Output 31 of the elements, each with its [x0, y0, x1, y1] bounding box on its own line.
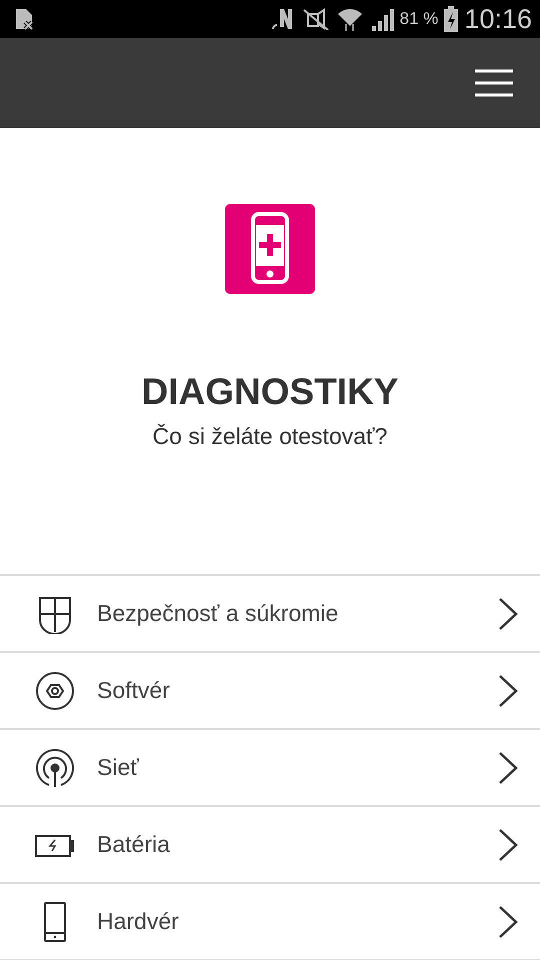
signal-icon — [36, 748, 74, 786]
phone-icon — [44, 902, 66, 942]
menu-item-label: Bezpečnosť a súkromie — [97, 600, 340, 627]
page-subtitle: Čo si želáte otestovať? — [152, 422, 388, 450]
menu-item-label: Hardvér — [97, 908, 180, 935]
battery-percent: 81 % — [400, 9, 438, 29]
signal-icon — [370, 7, 394, 31]
nfc-icon — [272, 7, 294, 31]
phone-plus-icon — [225, 204, 315, 294]
disc-icon — [36, 672, 74, 710]
menu-item[interactable]: Hardvér — [0, 884, 540, 960]
chevron-right-icon — [498, 904, 518, 938]
sim-card-icon — [14, 7, 34, 31]
clock: 10:16 — [464, 4, 532, 34]
chevron-right-icon — [498, 750, 518, 784]
chevron-right-icon — [498, 674, 518, 708]
battery-charging-icon — [444, 6, 458, 32]
menu-item[interactable]: Batéria — [0, 807, 540, 884]
battery-icon — [35, 834, 74, 856]
wifi-icon — [336, 6, 364, 32]
page-title: DIAGNOSTIKY — [142, 372, 398, 413]
menu-item-label: Softvér — [97, 677, 171, 704]
menu-item-label: Batéria — [97, 831, 171, 858]
menu-item[interactable]: Softvér — [0, 653, 540, 730]
chevron-right-icon — [498, 828, 518, 862]
chevron-right-icon — [498, 596, 518, 630]
menu-item-label: Sieť — [97, 754, 140, 781]
shield-icon — [39, 596, 71, 634]
menu-item[interactable]: Bezpečnosť a súkromie — [0, 576, 540, 653]
menu-icon[interactable] — [475, 69, 513, 97]
menu-item[interactable]: Sieť — [0, 730, 540, 807]
